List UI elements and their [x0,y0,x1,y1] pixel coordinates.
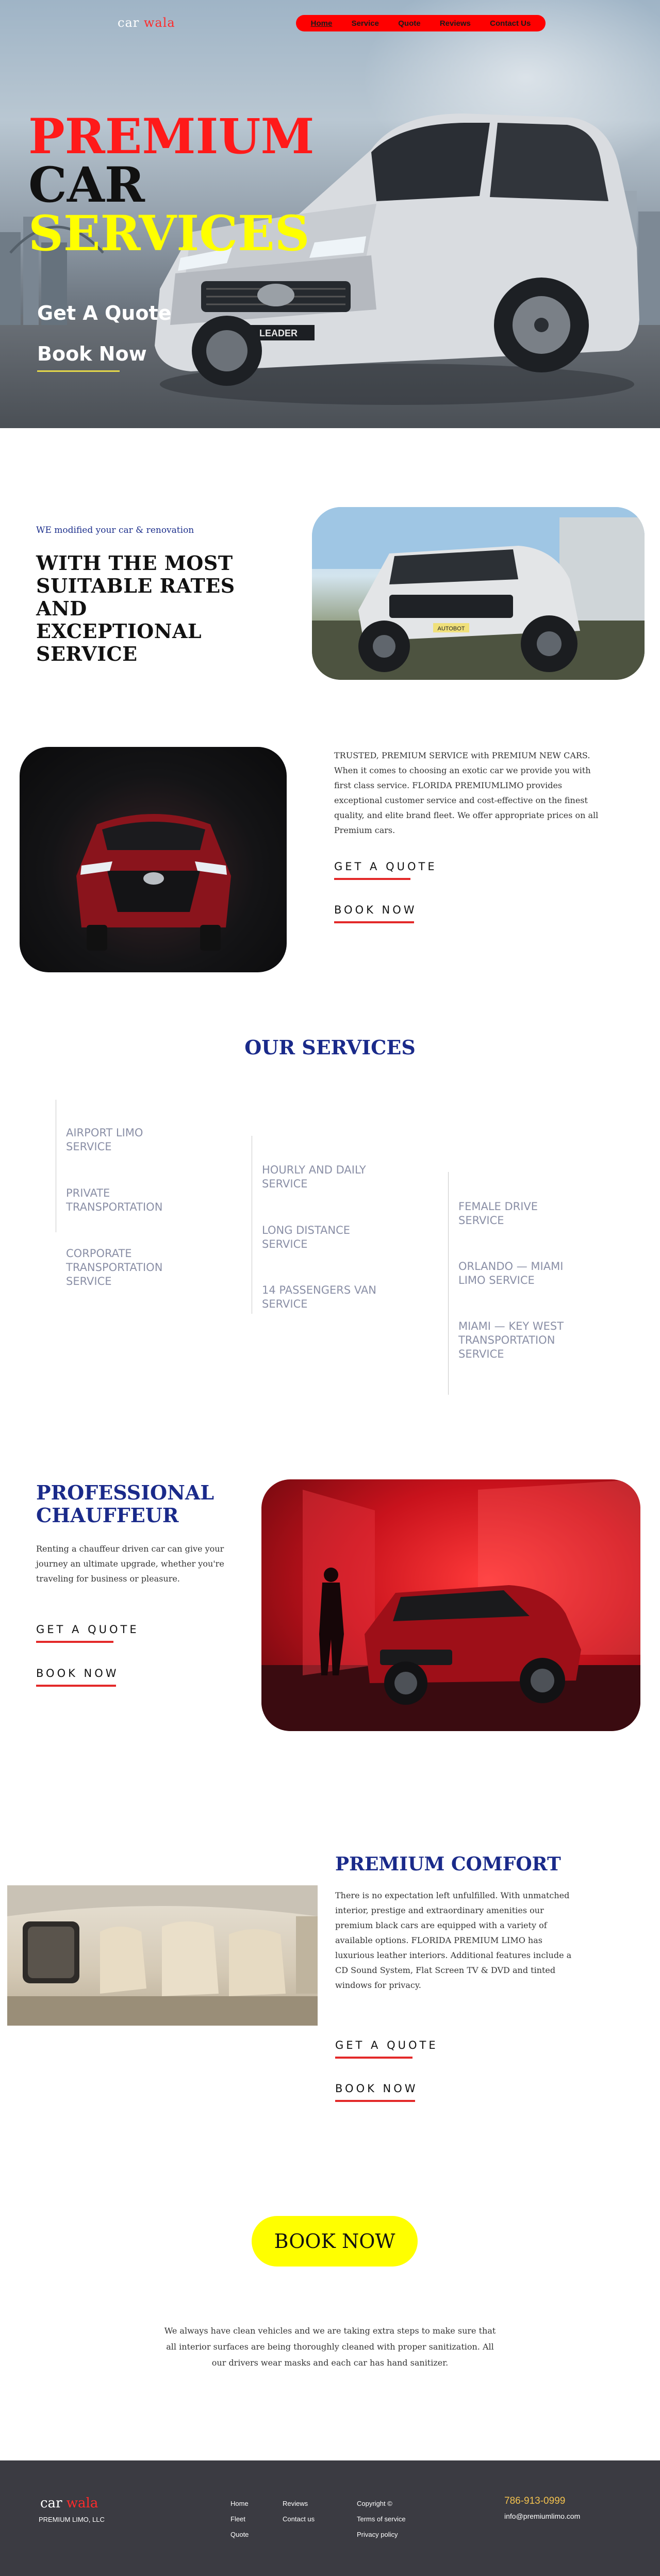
service-long-distance[interactable]: LONG DISTANCE SERVICE [262,1224,386,1251]
trusted-book-now-underline [334,921,414,923]
chauffeur-text: Renting a chauffeur driven car can give … [36,1544,224,1584]
services-col-3-divider [448,1172,449,1395]
hero-get-a-quote-button[interactable]: Get A Quote [37,302,171,324]
chauffeur-title: PROFESSIONAL CHAUFFEUR [36,1481,214,1527]
hero-book-now-underline [37,370,120,372]
chauffeur-book-now-button[interactable]: BOOK NOW [36,1667,119,1687]
comfort-get-a-quote-button[interactable]: GET A QUOTE [335,2039,438,2059]
trusted-book-now-label: BOOK NOW [334,904,417,916]
trusted-get-a-quote-button[interactable]: GET A QUOTE [334,860,437,880]
nav-contact-us[interactable]: Contact Us [488,18,533,29]
brand-logo[interactable]: car wala [118,15,175,30]
footer-link-privacy[interactable]: Privacy policy [357,2531,398,2538]
modified-kicker: WE modified your car & renovation [36,525,194,535]
footer-link-quote[interactable]: Quote [230,2531,249,2538]
chauffeur-book-now-label: BOOK NOW [36,1667,119,1680]
footer-company-name: PREMIUM LIMO, LLC [39,2516,105,2523]
site-footer: car wala PREMIUM LIMO, LLC Home Fleet Qu… [0,2460,660,2576]
license-plate-text: LEADER [259,328,298,338]
footer-phone[interactable]: 786-913-0999 [504,2496,565,2507]
comfort-text: There is no expectation left unfulfilled… [335,1890,572,1990]
main-nav: Home Service Quote Reviews Contact Us [296,15,546,31]
service-14-passengers-van[interactable]: 14 PASSENGERS VAN SERVICE [262,1283,386,1311]
footer-brand-part-2: wala [66,2496,98,2511]
footer-link-home[interactable]: Home [230,2500,249,2507]
services-title: OUR SERVICES [244,1036,416,1059]
service-airport-limo[interactable]: AIRPORT LIMO SERVICE [66,1126,179,1154]
footer-brand-part-1: car [40,2496,62,2511]
footer-link-fleet[interactable]: Fleet [230,2515,245,2523]
big-book-now-label: BOOK NOW [274,2230,395,2253]
service-orlando-miami-limo[interactable]: ORLANDO — MIAMI LIMO SERVICE [458,1260,577,1287]
hero-book-now-label: Book Now [37,343,147,365]
hero-book-now-button[interactable]: Book Now [37,343,147,372]
comfort-title: PREMIUM COMFORT [335,1853,561,1875]
hero-get-a-quote-label: Get A Quote [37,302,172,324]
brand-part-2: wala [143,15,175,30]
hero-title-line-3: SERVICES [28,205,310,262]
chauffeur-book-now-underline [36,1685,116,1687]
chauffeur-get-a-quote-underline [36,1641,113,1643]
nav-home[interactable]: Home [309,18,335,29]
hero-title-line-1: PREMIUM [28,108,315,165]
car-interior-image [7,1885,318,2026]
comfort-book-now-button[interactable]: BOOK NOW [335,2082,418,2102]
modified-plate-text: AUTOBOT [438,626,465,632]
brand-part-1: car [118,15,140,30]
service-corporate-transportation[interactable]: CORPORATE TRANSPORTATION SERVICE [66,1247,179,1289]
sanitization-note: We always have clean vehicles and we are… [164,2326,496,2368]
comfort-book-now-underline [335,2100,415,2102]
trusted-get-a-quote-label: GET A QUOTE [334,860,437,873]
comfort-get-a-quote-underline [335,2057,412,2059]
comfort-book-now-label: BOOK NOW [335,2082,418,2095]
service-private-transportation[interactable]: PRIVATE TRANSPORTATION [66,1186,179,1214]
chauffeur-get-a-quote-button[interactable]: GET A QUOTE [36,1623,139,1643]
chauffeur-get-a-quote-label: GET A QUOTE [36,1623,139,1636]
service-hourly-daily[interactable]: HOURLY AND DAILY SERVICE [262,1163,386,1191]
big-book-now-button[interactable]: BOOK NOW [252,2216,418,2267]
hero-title-line-2: CAR [28,157,145,214]
chauffeur-red-suv-image [261,1479,640,1731]
footer-link-terms[interactable]: Terms of service [357,2515,406,2523]
footer-brand-logo[interactable]: car wala [40,2496,98,2511]
comfort-get-a-quote-label: GET A QUOTE [335,2039,438,2051]
footer-link-contact-us[interactable]: Contact us [283,2515,315,2523]
trusted-get-a-quote-underline [334,878,410,880]
footer-link-reviews[interactable]: Reviews [283,2500,308,2507]
trusted-text: TRUSTED, PREMIUM SERVICE with PREMIUM NE… [334,751,599,835]
modified-suv-image: AUTOBOT [312,507,645,680]
footer-copyright: Copyright © [357,2500,392,2507]
service-miami-key-west[interactable]: MIAMI — KEY WEST TRANSPORTATION SERVICE [458,1319,577,1361]
nav-quote[interactable]: Quote [396,18,422,29]
footer-email[interactable]: info@premiumlimo.com [504,2512,580,2520]
hero-section: LEADER car wala Home Service Quote Revie… [0,0,660,428]
service-female-drive[interactable]: FEMALE DRIVE SERVICE [458,1200,577,1228]
modified-heading: WITH THE MOST SUITABLE RATES AND EXCEPTI… [36,551,235,665]
hero-title: PREMIUM CAR SERVICES [28,112,315,258]
trusted-book-now-button[interactable]: BOOK NOW [334,904,417,923]
nav-service[interactable]: Service [350,18,381,29]
nav-reviews[interactable]: Reviews [438,18,473,29]
red-suv-front-image [20,747,287,972]
